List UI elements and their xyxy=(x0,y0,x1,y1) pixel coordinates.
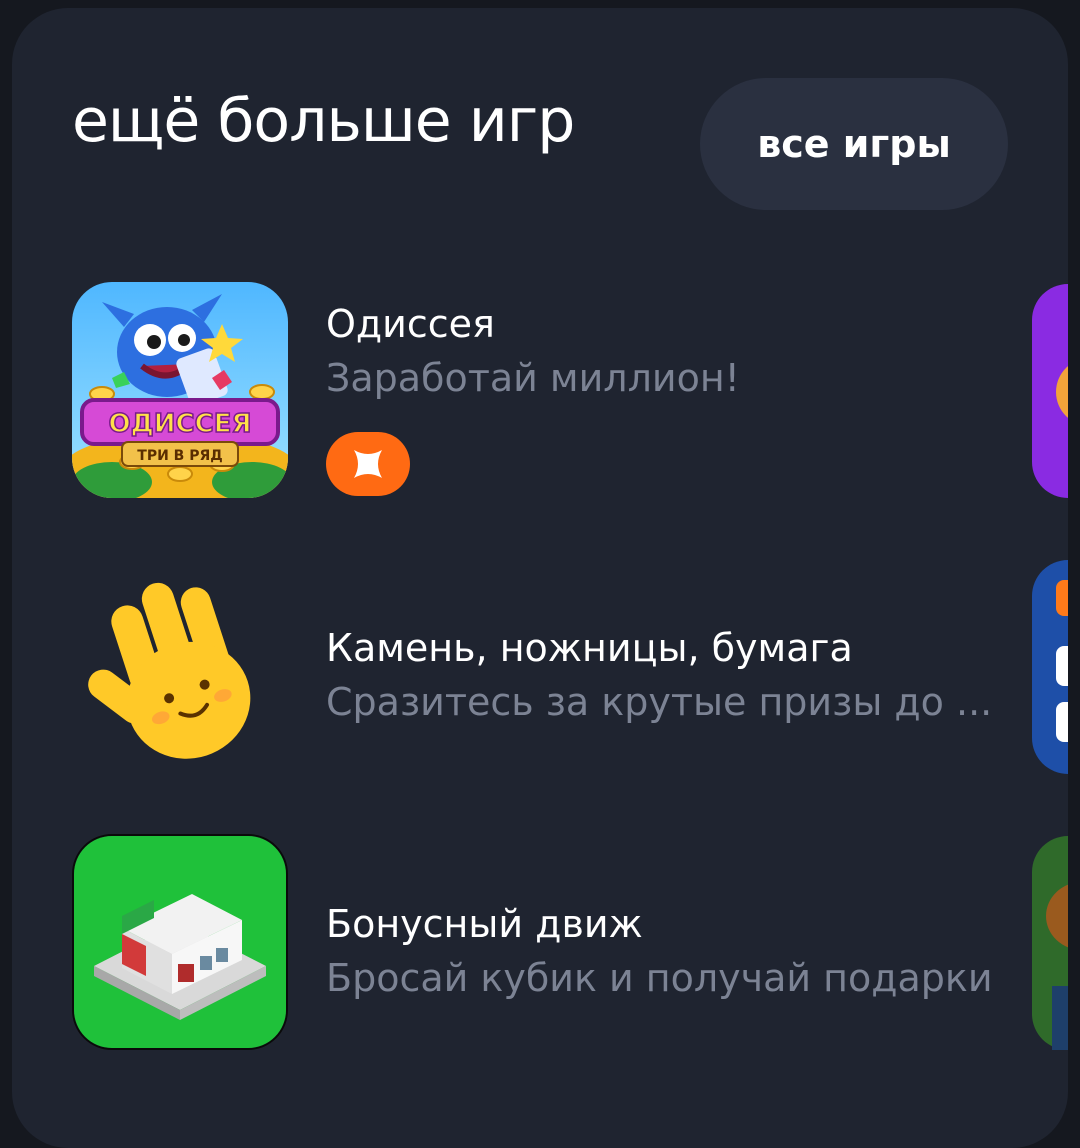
game-item-bonus-move[interactable]: Бонусный движ Бросай кубик и получай под… xyxy=(72,834,1068,1054)
game-item-rock-paper-scissors[interactable]: Камень, ножницы, бумага Сразитесь за кру… xyxy=(72,572,1068,792)
game-title: Одиссея xyxy=(326,302,495,346)
odyssey-thumbnail: ОДИССЕЯ Камень, ножницы, бумага ТРИ В РЯ… xyxy=(72,282,288,498)
game-subtitle: Сразитесь за крутые призы до ... xyxy=(326,680,993,724)
game-title: Бонусный движ xyxy=(326,902,643,946)
next-column-game-peek[interactable] xyxy=(1032,560,1068,774)
game-subtitle: Бросай кубик и получай подарки xyxy=(326,956,993,1000)
next-column-game-peek[interactable] xyxy=(1032,284,1068,498)
odyssey-logo-text: ОДИССЕЯ xyxy=(109,409,252,439)
more-games-card: ещё больше игр все игры ОДИССЕЯ ТРИ В РЯ… xyxy=(12,8,1068,1148)
section-title: ещё больше игр xyxy=(72,86,575,156)
store-building-thumbnail xyxy=(72,834,288,1050)
game-item-odyssey[interactable]: ОДИССЕЯ Камень, ножницы, бумага ТРИ В РЯ… xyxy=(72,282,1068,502)
x-logo-icon xyxy=(326,432,410,496)
game-subtitle: Заработай миллион! xyxy=(326,356,740,400)
odyssey-logo-subtext: ТРИ В РЯД xyxy=(137,448,222,464)
game-title: Камень, ножницы, бумага xyxy=(326,626,853,670)
next-column-game-peek[interactable] xyxy=(1032,836,1068,1050)
all-games-button[interactable]: все игры xyxy=(700,78,1008,210)
waving-hand-thumbnail xyxy=(72,572,288,788)
